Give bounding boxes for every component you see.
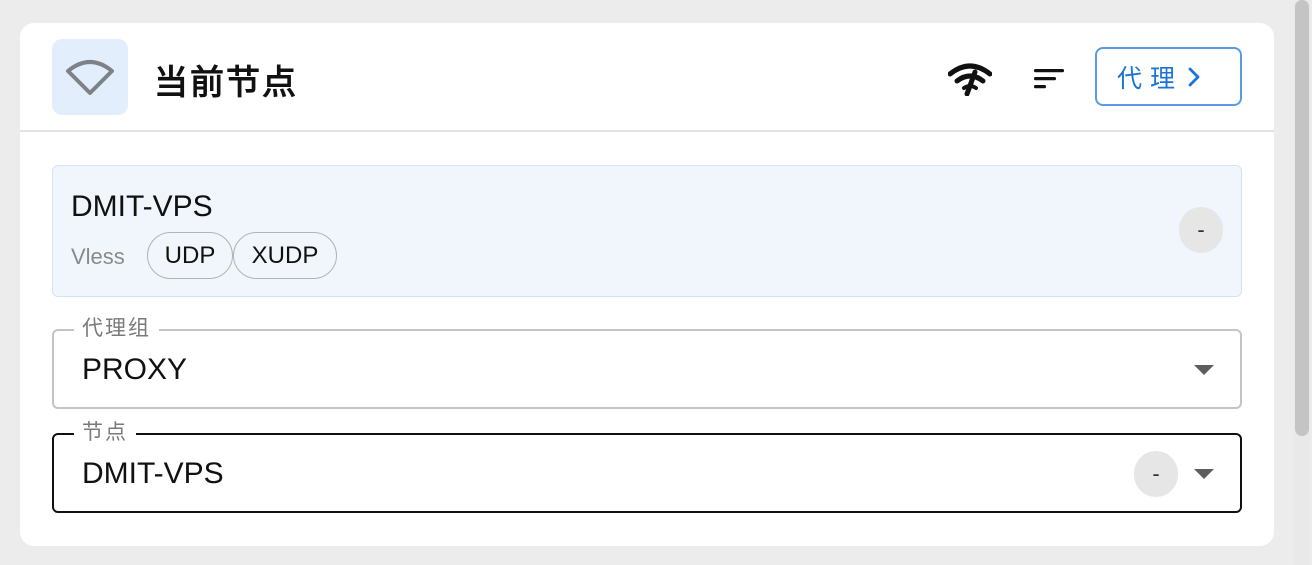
sort-icon[interactable]	[1028, 57, 1072, 101]
dropdown-arrow-icon	[1194, 365, 1214, 375]
scrollbar-thumb[interactable]	[1295, 0, 1309, 436]
node-select-value: DMIT-VPS	[82, 457, 224, 490]
wifi-icon	[52, 39, 128, 115]
network-check-icon[interactable]	[948, 57, 992, 101]
node-select-delay-badge[interactable]: -	[1134, 451, 1178, 497]
proxy-button-label: 代理	[1117, 64, 1184, 93]
proxy-group-value: PROXY	[82, 353, 188, 386]
tag-chip-xudp: XUDP	[233, 232, 337, 279]
node-type: Vless	[71, 244, 125, 269]
node-select[interactable]: 节点 DMIT-VPS -	[52, 420, 1242, 513]
card-title: 当前节点	[154, 64, 298, 102]
card-header: 当前节点 代理	[20, 23, 1274, 132]
proxy-group-select[interactable]: 代理组 PROXY	[52, 316, 1242, 409]
node-delay-badge[interactable]: -	[1179, 207, 1223, 253]
node-name: DMIT-VPS	[71, 190, 213, 223]
current-node-card: 当前节点 代理 DMIT-VPS Vless UDP XUDP - 代理组 PR…	[20, 23, 1274, 546]
proxy-group-label: 代理组	[74, 316, 159, 342]
chevron-right-icon	[1187, 66, 1201, 88]
tag-chip-udp: UDP	[147, 232, 233, 279]
dropdown-arrow-icon	[1194, 469, 1214, 479]
current-node-panel[interactable]: DMIT-VPS Vless UDP XUDP -	[52, 165, 1242, 297]
proxy-button[interactable]: 代理	[1095, 47, 1242, 106]
node-select-label: 节点	[74, 420, 136, 446]
scrollbar[interactable]	[1294, 0, 1310, 565]
